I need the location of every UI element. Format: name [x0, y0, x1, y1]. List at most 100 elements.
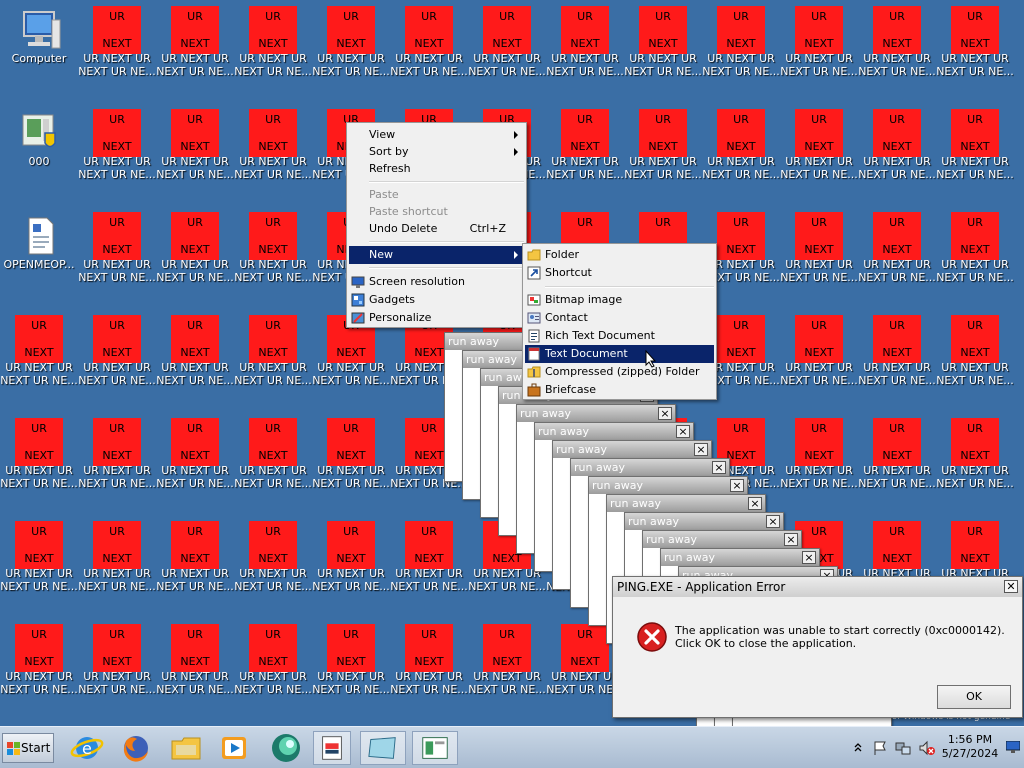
ur-next-desktop-icon[interactable]: UR NEXT UR NEXT URNEXT UR NE...: [468, 0, 546, 103]
ur-next-desktop-icon[interactable]: UR NEXT UR NEXT URNEXT UR NE...: [156, 206, 234, 309]
ur-next-desktop-icon[interactable]: UR NEXT UR NEXT URNEXT UR NE...: [858, 309, 936, 412]
run-away-titlebar[interactable]: run away ×: [607, 495, 765, 512]
ok-button[interactable]: OK: [937, 685, 1011, 709]
menu-item-refresh[interactable]: Refresh: [349, 160, 524, 178]
ur-next-desktop-icon[interactable]: UR NEXT UR NEXT URNEXT UR NE...: [78, 103, 156, 206]
taskbar-clock[interactable]: 1:56 PM 5/27/2024: [940, 733, 1000, 761]
new-item-folder[interactable]: Folder: [525, 246, 714, 264]
taskbar-internet-explorer[interactable]: e: [68, 731, 106, 765]
ur-next-desktop-icon[interactable]: UR NEXT UR NEXT URNEXT UR NE...: [156, 103, 234, 206]
show-hidden-icons-chevron-icon[interactable]: [854, 742, 862, 752]
ur-next-desktop-icon[interactable]: UR NEXT UR NEXT URNEXT UR NE...: [78, 618, 156, 721]
ur-next-desktop-icon[interactable]: UR NEXT UR NEXT URNEXT UR NE...: [234, 618, 312, 721]
ur-next-desktop-icon[interactable]: UR NEXT UR NEXT URNEXT UR NE...: [702, 0, 780, 103]
action-center-flag-icon[interactable]: [872, 740, 888, 756]
ur-next-desktop-icon[interactable]: UR NEXT UR NEXT URNEXT UR NE...: [234, 103, 312, 206]
menu-item-personalize[interactable]: Personalize: [349, 309, 524, 327]
ur-next-desktop-icon[interactable]: UR NEXT UR NEXT URNEXT UR NE...: [702, 103, 780, 206]
computer-desktop-icon[interactable]: Computer: [0, 0, 78, 103]
ur-next-desktop-icon[interactable]: UR NEXT UR NEXT URNEXT UR NE...: [390, 618, 468, 721]
ur-next-desktop-icon[interactable]: UR NEXT UR NEXT URNEXT UR NE...: [624, 103, 702, 206]
ur-next-desktop-icon[interactable]: UR NEXT UR NEXT URNEXT UR NE...: [312, 618, 390, 721]
ur-next-desktop-icon[interactable]: UR NEXT UR NEXT URNEXT UR NE...: [390, 0, 468, 103]
new-item-briefcase[interactable]: Briefcase: [525, 381, 714, 399]
ur-next-desktop-icon[interactable]: UR NEXT UR NEXT URNEXT UR NE...: [234, 412, 312, 515]
close-icon[interactable]: ×: [748, 497, 762, 510]
ur-next-desktop-icon[interactable]: UR NEXT UR NEXT URNEXT UR NE...: [546, 103, 624, 206]
ur-next-desktop-icon[interactable]: UR NEXT UR NEXT URNEXT UR NE...: [234, 206, 312, 309]
ur-next-desktop-icon[interactable]: UR NEXT UR NEXT URNEXT UR NE...: [156, 412, 234, 515]
ur-next-desktop-icon[interactable]: UR NEXT UR NEXT URNEXT UR NE...: [312, 515, 390, 618]
run-away-titlebar[interactable]: run away ×: [661, 549, 819, 566]
ur-next-desktop-icon[interactable]: UR NEXT UR NEXT URNEXT UR NE...: [156, 309, 234, 412]
file-000-desktop-icon[interactable]: 000: [0, 103, 78, 206]
ur-next-desktop-icon[interactable]: UR NEXT UR NEXT URNEXT UR NE...: [234, 309, 312, 412]
close-icon[interactable]: ×: [784, 533, 798, 546]
ur-next-desktop-icon[interactable]: UR NEXT UR NEXT URNEXT UR NE...: [858, 0, 936, 103]
run-away-titlebar[interactable]: run away ×: [535, 423, 693, 440]
ur-next-desktop-icon[interactable]: UR NEXT UR NEXT URNEXT UR NE...: [390, 515, 468, 618]
ur-next-desktop-icon[interactable]: UR NEXT UR NEXT URNEXT UR NE...: [312, 0, 390, 103]
ur-next-desktop-icon[interactable]: UR NEXT UR NEXT URNEXT UR NE...: [936, 0, 1014, 103]
ur-next-desktop-icon[interactable]: UR NEXT UR NEXT URNEXT UR NE...: [156, 618, 234, 721]
ur-next-desktop-icon[interactable]: UR NEXT UR NEXT URNEXT UR NE...: [156, 0, 234, 103]
taskbar-file-explorer[interactable]: [167, 731, 205, 765]
run-away-titlebar[interactable]: run away ×: [643, 531, 801, 548]
run-away-titlebar[interactable]: run away ×: [625, 513, 783, 530]
taskbar-app-window[interactable]: [360, 731, 406, 765]
close-icon[interactable]: ×: [658, 407, 672, 420]
ur-next-desktop-icon[interactable]: UR NEXT UR NEXT URNEXT UR NE...: [780, 412, 858, 515]
show-desktop-icon[interactable]: [1006, 741, 1020, 753]
ur-next-desktop-icon[interactable]: UR NEXT UR NEXT URNEXT UR NE...: [936, 206, 1014, 309]
new-item-text-document[interactable]: Text Document: [525, 345, 714, 363]
network-icon[interactable]: [895, 740, 911, 756]
ur-next-desktop-icon[interactable]: UR NEXT UR NEXT URNEXT UR NE...: [78, 0, 156, 103]
ur-next-desktop-icon[interactable]: UR NEXT UR NEXT URNEXT UR NE...: [780, 0, 858, 103]
ur-next-desktop-icon[interactable]: UR NEXT UR NEXT URNEXT UR NE...: [0, 515, 78, 618]
ur-next-desktop-icon[interactable]: UR NEXT UR NEXT URNEXT UR NE...: [624, 0, 702, 103]
ur-next-desktop-icon[interactable]: UR NEXT UR NEXT URNEXT UR NE...: [0, 309, 78, 412]
ur-next-desktop-icon[interactable]: UR NEXT UR NEXT URNEXT UR NE...: [858, 206, 936, 309]
ur-next-desktop-icon[interactable]: UR NEXT UR NEXT URNEXT UR NE...: [312, 412, 390, 515]
close-icon[interactable]: ×: [676, 425, 690, 438]
taskbar-media-player[interactable]: [216, 731, 254, 765]
openmeop-desktop-icon[interactable]: OPENMEOP...: [0, 206, 78, 309]
new-item-rich-text-document[interactable]: Rich Text Document: [525, 327, 714, 345]
menu-item-new[interactable]: New: [349, 246, 524, 264]
ur-next-desktop-icon[interactable]: UR NEXT UR NEXT URNEXT UR NE...: [234, 515, 312, 618]
ur-next-desktop-icon[interactable]: UR NEXT UR NEXT URNEXT UR NE...: [78, 412, 156, 515]
ur-next-desktop-icon[interactable]: UR NEXT UR NEXT URNEXT UR NE...: [78, 515, 156, 618]
ur-next-desktop-icon[interactable]: UR NEXT UR NEXT URNEXT UR NE...: [858, 103, 936, 206]
volume-muted-icon[interactable]: [918, 740, 936, 756]
ur-next-desktop-icon[interactable]: UR NEXT UR NEXT URNEXT UR NE...: [780, 206, 858, 309]
close-button[interactable]: ✕: [1004, 580, 1018, 593]
start-button[interactable]: Start: [2, 733, 54, 763]
taskbar-app-green-circle[interactable]: [267, 731, 305, 765]
error-dialog-titlebar[interactable]: PING.EXE - Application Error ✕: [613, 577, 1022, 597]
close-icon[interactable]: ×: [694, 443, 708, 456]
ur-next-desktop-icon[interactable]: UR NEXT UR NEXT URNEXT UR NE...: [858, 412, 936, 515]
ur-next-desktop-icon[interactable]: UR NEXT UR NEXT URNEXT UR NE...: [78, 309, 156, 412]
ur-next-desktop-icon[interactable]: UR NEXT UR NEXT URNEXT UR NE...: [0, 412, 78, 515]
run-away-titlebar[interactable]: run away ×: [571, 459, 729, 476]
ur-next-desktop-icon[interactable]: UR NEXT UR NEXT URNEXT UR NE...: [468, 618, 546, 721]
close-icon[interactable]: ×: [802, 551, 816, 564]
ur-next-desktop-icon[interactable]: UR NEXT UR NEXT URNEXT UR NE...: [780, 309, 858, 412]
close-icon[interactable]: ×: [730, 479, 744, 492]
new-item-shortcut[interactable]: Shortcut: [525, 264, 714, 282]
close-icon[interactable]: ×: [712, 461, 726, 474]
new-item-compressed-folder[interactable]: Compressed (zipped) Folder: [525, 363, 714, 381]
run-away-titlebar[interactable]: run away ×: [589, 477, 747, 494]
new-item-bitmap-image[interactable]: Bitmap image: [525, 291, 714, 309]
ur-next-desktop-icon[interactable]: UR NEXT UR NEXT URNEXT UR NE...: [936, 309, 1014, 412]
taskbar-dxdiag-active[interactable]: [313, 731, 351, 765]
taskbar-firefox[interactable]: [117, 731, 155, 765]
taskbar-app-form[interactable]: [412, 731, 458, 765]
run-away-titlebar[interactable]: run away ×: [553, 441, 711, 458]
ur-next-desktop-icon[interactable]: UR NEXT UR NEXT URNEXT UR NE...: [78, 206, 156, 309]
menu-item-view[interactable]: View: [349, 126, 524, 144]
menu-item-screen-resolution[interactable]: Screen resolution: [349, 273, 524, 291]
run-away-titlebar[interactable]: run away ×: [517, 405, 675, 422]
menu-item-gadgets[interactable]: Gadgets: [349, 291, 524, 309]
close-icon[interactable]: ×: [766, 515, 780, 528]
